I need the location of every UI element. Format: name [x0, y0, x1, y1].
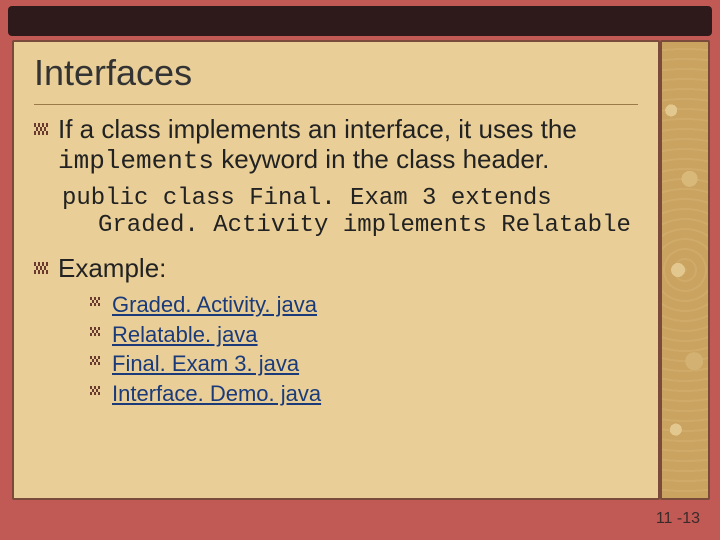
link-interface-demo[interactable]: Interface. Demo. java — [110, 379, 638, 409]
slide-title: Interfaces — [34, 52, 638, 94]
keyword-implements: implements — [58, 146, 214, 176]
text-segment: keyword in the class header. — [214, 144, 549, 174]
example-label: Example: — [58, 253, 166, 283]
link-relatable[interactable]: Relatable. java — [110, 320, 638, 350]
content-panel: Interfaces If a class implements an inte… — [12, 40, 660, 500]
bullet-list: Example: Graded. Activity. java Relatabl… — [34, 254, 638, 409]
slide: Interfaces If a class implements an inte… — [0, 0, 720, 540]
bullet-item-example: Example: Graded. Activity. java Relatabl… — [58, 254, 638, 409]
text-segment: If a class implements an interface, it u… — [58, 114, 577, 144]
decorative-right-strip — [660, 40, 710, 500]
top-border-strip — [8, 6, 712, 36]
title-underline — [34, 104, 638, 105]
link-graded-activity[interactable]: Graded. Activity. java — [110, 290, 638, 320]
page-number: 11 -13 — [656, 510, 700, 528]
link-list: Graded. Activity. java Relatable. java F… — [58, 290, 638, 409]
bullet-item-implements: If a class implements an interface, it u… — [58, 115, 638, 177]
bullet-list: If a class implements an interface, it u… — [34, 115, 638, 177]
link-final-exam3[interactable]: Final. Exam 3. java — [110, 349, 638, 379]
code-line: Graded. Activity implements Relatable — [62, 212, 638, 240]
code-line: public class Final. Exam 3 extends — [62, 185, 638, 213]
code-block: public class Final. Exam 3 extends Grade… — [62, 185, 638, 240]
